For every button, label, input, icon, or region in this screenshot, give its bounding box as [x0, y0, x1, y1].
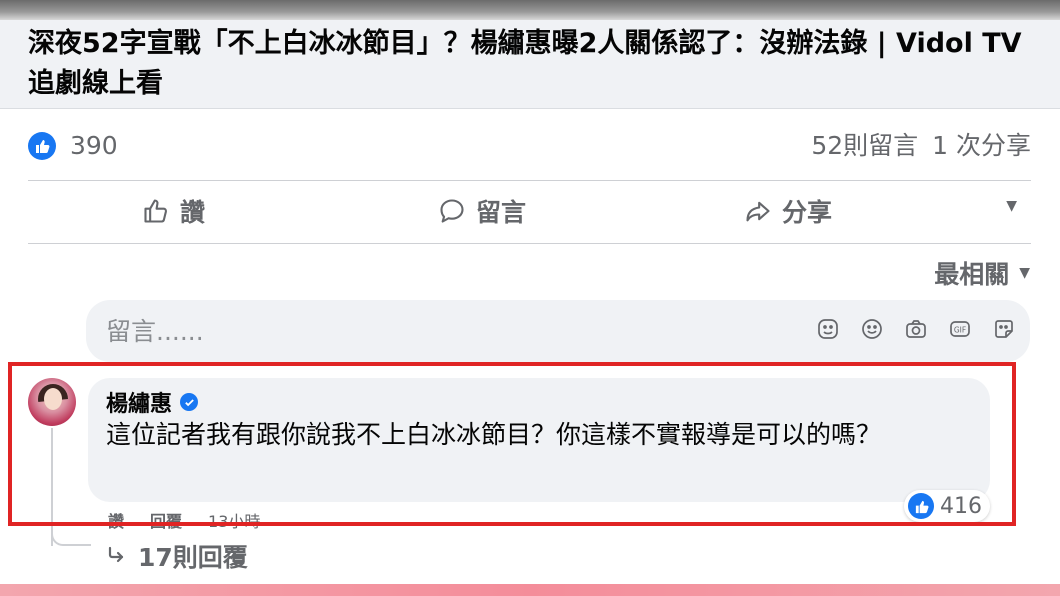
- comment-like-link[interactable]: 讚: [108, 508, 124, 532]
- sticker-icon[interactable]: [816, 317, 840, 341]
- bottom-strip: [0, 584, 1060, 596]
- post-header: 深夜52字宣戰「不上白冰冰節目」？楊繡惠曝2人關係認了：沒辦法錄 | Vidol…: [0, 20, 1060, 109]
- comment-bubble: 楊繡惠 這位記者我有跟你說我不上白冰冰節目？你這樣不實報導是可以的嗎？: [88, 378, 990, 502]
- divider: [28, 243, 1031, 244]
- avatar[interactable]: [28, 378, 76, 426]
- view-replies-link[interactable]: 17則回覆: [106, 538, 248, 574]
- thread-line: [51, 428, 53, 546]
- like-button[interactable]: 讚: [142, 188, 205, 234]
- avatar-face: [44, 388, 62, 410]
- comment-placeholder: 留言......: [106, 317, 204, 346]
- thumbs-up-icon: [142, 197, 170, 225]
- like-icon: [908, 493, 934, 519]
- emoji-icon[interactable]: [860, 317, 884, 341]
- reply-arrow-icon: [106, 542, 126, 571]
- divider: [28, 180, 1031, 181]
- post-actions: 讚 留言 分享 ▼: [28, 182, 1031, 242]
- comment-author[interactable]: 楊繡惠: [106, 386, 199, 418]
- like-count[interactable]: 390: [70, 128, 118, 164]
- comment-tools: GIF: [816, 317, 1016, 341]
- comment-button-label: 留言: [476, 198, 527, 227]
- comment-reply-link[interactable]: 回覆: [150, 508, 182, 532]
- comment-like-badge[interactable]: 416: [904, 490, 990, 522]
- comment-like-count: 416: [940, 493, 982, 519]
- comment-timestamp[interactable]: 13小時: [208, 508, 260, 532]
- reactions-row: 390 52則留言 1 次分享: [28, 128, 1031, 164]
- comment-input[interactable]: 留言...... GIF: [86, 300, 1030, 362]
- share-arrow-icon: [744, 197, 772, 225]
- speech-bubble-icon: [438, 197, 466, 225]
- author-name: 楊繡惠: [106, 392, 173, 417]
- comment-text: 這位記者我有跟你說我不上白冰冰節目？你這樣不實報導是可以的嗎？: [106, 420, 882, 449]
- avatar-sticker-icon[interactable]: [992, 317, 1016, 341]
- comment-meta: 讚 回覆 13小時: [108, 508, 260, 532]
- svg-text:GIF: GIF: [954, 326, 966, 335]
- top-strip: [0, 0, 1060, 20]
- camera-icon[interactable]: [904, 317, 928, 341]
- thread-hook: [51, 532, 91, 546]
- caret-down-icon[interactable]: ▼: [1006, 198, 1017, 214]
- replies-count: 17則回覆: [138, 543, 248, 572]
- comments-count[interactable]: 52則留言: [811, 128, 918, 164]
- post-title[interactable]: 深夜52字宣戰「不上白冰冰節目」？楊繡惠曝2人關係認了：沒辦法錄 | Vidol…: [28, 24, 1028, 104]
- sort-dropdown[interactable]: 最相關 ▼: [934, 255, 1030, 291]
- caret-down-icon: ▼: [1019, 265, 1030, 281]
- verified-badge-icon: [180, 393, 199, 411]
- comment-button[interactable]: 留言: [438, 188, 526, 234]
- shares-count[interactable]: 1 次分享: [932, 128, 1031, 164]
- share-button-label: 分享: [782, 198, 833, 227]
- post-stats: 52則留言 1 次分享: [811, 128, 1031, 164]
- gif-icon[interactable]: GIF: [948, 317, 972, 341]
- like-button-label: 讚: [180, 198, 206, 227]
- like-icon[interactable]: [28, 132, 56, 160]
- share-button[interactable]: 分享: [744, 188, 832, 234]
- sort-label: 最相關: [934, 260, 1010, 289]
